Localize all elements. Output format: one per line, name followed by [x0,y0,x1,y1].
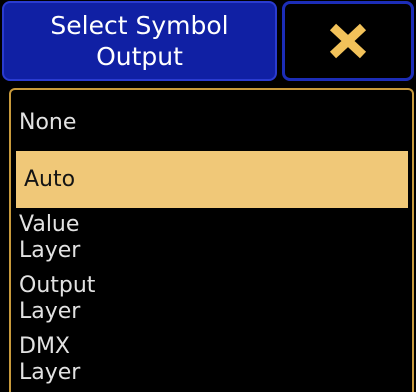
dialog-title-line1: Select Symbol [50,11,229,40]
close-icon [329,23,367,59]
option-value-layer-line2: Layer [19,238,81,263]
option-dmx-layer-line2: Layer [19,360,81,385]
option-dmx-layer-line1: DMX [19,334,70,359]
option-value-layer[interactable]: Value Layer [19,212,80,264]
option-output-layer-line2: Layer [19,299,81,324]
option-auto-label: Auto [24,166,76,192]
option-output-layer-line1: Output [19,273,96,298]
option-auto[interactable]: Auto [16,151,408,208]
dialog-title-line2: Output [96,42,183,71]
option-none[interactable]: None [19,110,76,136]
option-output-layer[interactable]: Output Layer [19,273,95,325]
close-button[interactable] [282,1,414,81]
dialog-title-bar: Select Symbol Output [2,1,277,81]
option-dmx-layer[interactable]: DMX Layer [19,334,80,386]
select-symbol-dialog: Select Symbol Output None Auto Value Lay… [0,0,416,392]
option-value-layer-line1: Value [19,212,80,237]
